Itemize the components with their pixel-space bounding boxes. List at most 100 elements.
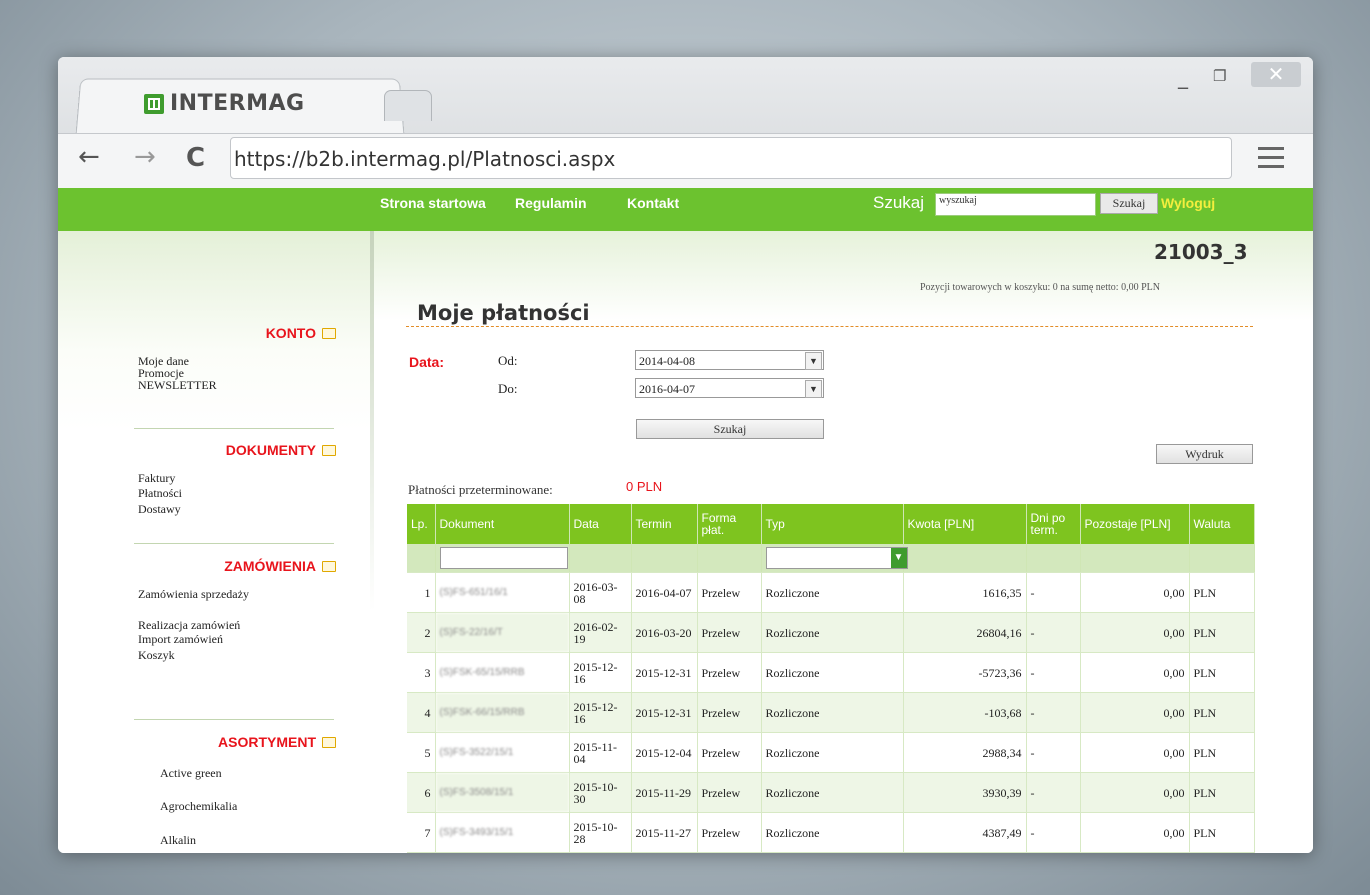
nav-link-home[interactable]: Strona startowa	[380, 195, 486, 211]
cell-kwota: 3930,39	[903, 772, 1027, 813]
cell-forma: Przelew	[697, 572, 762, 613]
type-filter-select[interactable]: ▼	[765, 547, 908, 569]
table-row[interactable]: 3 (S)FSK-65/15/RRB 2015-12-16 2015-12-31 Prz…	[407, 652, 1255, 693]
cell-lp: 6	[407, 772, 436, 813]
search-button[interactable]: Szukaj	[1100, 193, 1158, 214]
url-text[interactable]: https://b2b.intermag.pl/Platnosci.aspx	[234, 147, 615, 171]
new-tab-button[interactable]	[384, 90, 432, 121]
payments-table: Lp. Dokument Data Termin Forma płat. Typ…	[407, 504, 1255, 853]
date-from-label: Od:	[498, 353, 518, 368]
col-header-dni[interactable]: Dni po term.	[1026, 504, 1081, 544]
sidebar-item-alkalin[interactable]: Alkalin	[160, 834, 196, 846]
cell-termin: 2015-11-27	[631, 812, 698, 853]
cell-doc[interactable]: (S)FS-3493/15/1	[435, 812, 570, 853]
filter-cell	[1026, 544, 1081, 573]
sidebar-section-asortyment[interactable]: ASORTYMENT	[218, 734, 336, 750]
maximize-icon[interactable]: ❐	[1213, 67, 1226, 85]
cell-doc[interactable]: (S)FS-3508/15/1	[435, 772, 570, 813]
chevron-down-icon[interactable]: ▼	[805, 352, 822, 370]
table-row[interactable]: 1 (S)FS-651/16/1 2016-03-08 2016-04-07 Przel…	[407, 572, 1255, 613]
sidebar-item-platnosci[interactable]: Płatności	[138, 487, 182, 499]
account-id: 21003_3	[1154, 240, 1248, 264]
col-header-kwota[interactable]: Kwota [PLN]	[903, 504, 1027, 544]
sidebar-item-newsletter[interactable]: NEWSLETTER	[138, 379, 217, 391]
date-from-select[interactable]: 2014-04-08 ▼	[635, 350, 824, 370]
cell-kwota: -103,68	[903, 692, 1027, 733]
sidebar-item-realizacja[interactable]: Realizacja zamówień	[138, 619, 240, 631]
tab-title-text: INTERMAG	[170, 91, 305, 116]
sidebar-section-dokumenty[interactable]: DOKUMENTY	[226, 442, 336, 458]
search-input[interactable]: wyszukaj	[935, 193, 1096, 216]
filter-search-button[interactable]: Szukaj	[636, 419, 824, 439]
nav-link-regulamin[interactable]: Regulamin	[515, 195, 587, 211]
cell-pozostaje: 0,00	[1080, 612, 1190, 653]
sidebar-item-import[interactable]: Import zamówień	[138, 633, 223, 645]
forward-icon[interactable]: →	[134, 142, 156, 172]
folder-icon	[322, 736, 336, 748]
table-row[interactable]: 7 (S)FS-3493/15/1 2015-10-28 2015-11-27 Prze…	[407, 812, 1255, 853]
nav-link-kontakt[interactable]: Kontakt	[627, 195, 679, 211]
intermag-logo-icon	[144, 93, 164, 114]
sidebar-item-koszyk[interactable]: Koszyk	[138, 649, 175, 661]
cell-dni: -	[1026, 732, 1081, 773]
col-header-typ[interactable]: Typ	[761, 504, 904, 544]
cell-kwota: 4387,49	[903, 812, 1027, 853]
filter-cell: ▼	[761, 544, 908, 573]
table-row[interactable]: 2 (S)FS-22/16/T 2016-02-19 2016-03-20 Przele…	[407, 612, 1255, 653]
filter-cell	[569, 544, 632, 573]
chevron-down-icon[interactable]: ▼	[890, 548, 907, 568]
cell-termin: 2015-11-29	[631, 772, 698, 813]
col-header-termin[interactable]: Termin	[631, 504, 698, 544]
cell-dni: -	[1026, 692, 1081, 733]
sidebar-section-konto[interactable]: KONTO	[266, 325, 336, 341]
cell-kwota: 2988,34	[903, 732, 1027, 773]
sidebar-item-dostawy[interactable]: Dostawy	[138, 503, 181, 515]
logout-link[interactable]: Wyloguj	[1161, 195, 1215, 211]
chevron-down-icon[interactable]: ▼	[805, 380, 822, 398]
cell-forma: Przelew	[697, 652, 762, 693]
tab-title[interactable]: INTERMAG	[144, 91, 305, 116]
cell-doc[interactable]: (S)FS-651/16/1	[435, 572, 570, 613]
col-header-lp[interactable]: Lp.	[407, 504, 436, 544]
cell-doc[interactable]: (S)FSK-65/15/RRB	[435, 652, 570, 693]
sidebar-section-zamowienia[interactable]: ZAMÓWIENIA	[224, 558, 336, 574]
cell-waluta: PLN	[1189, 572, 1255, 613]
cart-info[interactable]: Pozycji towarowych w koszyku: 0 na sumę …	[920, 282, 1160, 293]
cell-data: 2015-10-28	[569, 812, 632, 853]
close-icon[interactable]: ✕	[1251, 62, 1301, 87]
filter-cell	[903, 544, 1027, 573]
cell-doc[interactable]: (S)FSK-66/15/RRB	[435, 692, 570, 733]
sidebar-item-zamowienia-sprzedazy[interactable]: Zamówienia sprzedaży	[138, 588, 249, 600]
cell-lp: 5	[407, 732, 436, 773]
cell-doc[interactable]: (S)FS-3522/15/1	[435, 732, 570, 773]
col-header-forma[interactable]: Forma płat.	[697, 504, 762, 544]
sidebar-item-faktury[interactable]: Faktury	[138, 472, 175, 484]
cell-pozostaje: 0,00	[1080, 652, 1190, 693]
cell-lp: 4	[407, 692, 436, 733]
hamburger-menu-icon[interactable]	[1258, 147, 1284, 174]
cell-doc[interactable]: (S)FS-22/16/T	[435, 612, 570, 653]
table-row[interactable]: 4 (S)FSK-66/15/RRB 2015-12-16 2015-12-31 Prz…	[407, 692, 1255, 733]
document-filter-input[interactable]	[439, 547, 568, 569]
sidebar-separator	[134, 543, 334, 544]
minimize-icon[interactable]: _	[1178, 65, 1188, 89]
col-header-waluta[interactable]: Waluta	[1189, 504, 1255, 544]
col-header-dokument[interactable]: Dokument	[435, 504, 570, 544]
cell-data: 2016-03-08	[569, 572, 632, 613]
back-icon[interactable]: ←	[78, 142, 100, 172]
col-header-data[interactable]: Data	[569, 504, 632, 544]
cell-data: 2016-02-19	[569, 612, 632, 653]
overdue-value: 0 PLN	[626, 479, 663, 494]
folder-icon	[322, 560, 336, 572]
reload-icon[interactable]: C	[186, 143, 205, 173]
sidebar-item-agrochemikalia[interactable]: Agrochemikalia	[160, 800, 237, 812]
section-title: ZAMÓWIENIA	[224, 558, 316, 574]
filter-cell	[435, 544, 570, 573]
sidebar-item-active-green[interactable]: Active green	[160, 767, 222, 779]
table-row[interactable]: 5 (S)FS-3522/15/1 2015-11-04 2015-12-04 Prze…	[407, 732, 1255, 773]
date-to-select[interactable]: 2016-04-07 ▼	[635, 378, 824, 398]
col-header-pozostaje[interactable]: Pozostaje [PLN]	[1080, 504, 1190, 544]
cell-waluta: PLN	[1189, 772, 1255, 813]
print-button[interactable]: Wydruk	[1156, 444, 1253, 464]
table-row[interactable]: 6 (S)FS-3508/15/1 2015-10-30 2015-11-29 Prze…	[407, 772, 1255, 813]
